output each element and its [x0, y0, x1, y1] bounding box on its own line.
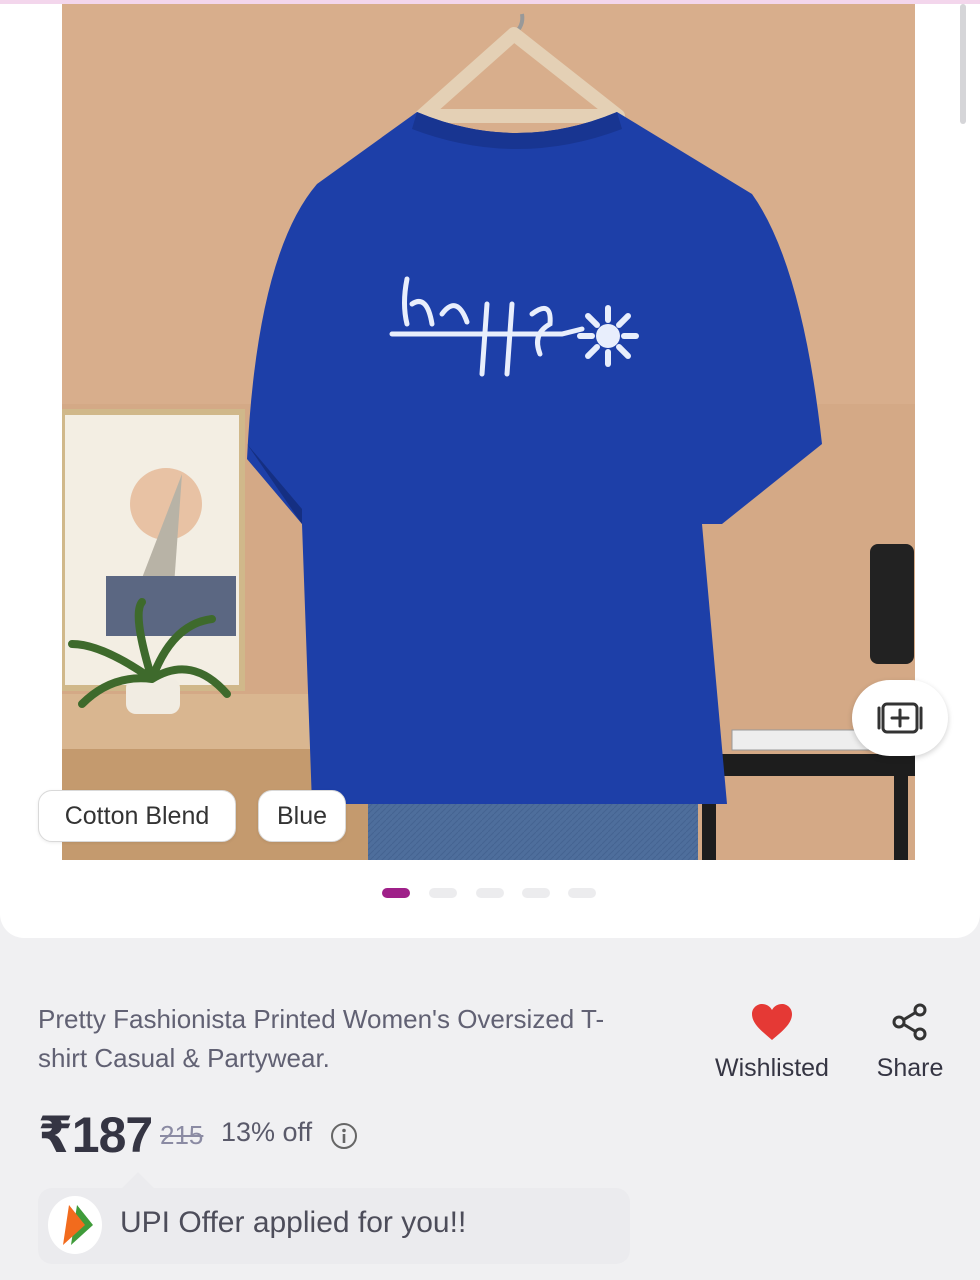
heart-icon	[752, 1004, 792, 1040]
image-zoom-button[interactable]	[852, 680, 948, 756]
wishlist-button[interactable]: Wishlisted	[700, 1000, 844, 1090]
gallery-dot[interactable]	[429, 888, 457, 898]
gallery-dot[interactable]	[522, 888, 550, 898]
scrollbar[interactable]	[960, 4, 966, 124]
color-chip: Blue	[258, 790, 346, 842]
upi-offer-text: UPI Offer applied for you!!	[120, 1206, 467, 1239]
share-button[interactable]: Share	[866, 1000, 954, 1090]
wishlist-label: Wishlisted	[715, 1054, 829, 1082]
gallery-pagination	[0, 888, 980, 898]
product-image[interactable]	[62, 4, 915, 860]
gallery-dot-active[interactable]	[382, 888, 410, 898]
discount-label: 13% off	[221, 1117, 313, 1147]
upi-banner-pointer	[122, 1172, 154, 1188]
fabric-chip: Cotton Blend	[38, 790, 236, 842]
add-to-gallery-icon	[877, 702, 923, 734]
product-title: Pretty Fashionista Printed Women's Overs…	[38, 1004, 605, 1073]
share-label: Share	[876, 1054, 944, 1082]
selling-price: ₹187	[38, 1107, 153, 1163]
share-icon	[892, 1003, 927, 1041]
gallery-dot[interactable]	[476, 888, 504, 898]
gallery-dot[interactable]	[568, 888, 596, 898]
original-price: 215	[160, 1120, 204, 1150]
upi-logo-icon	[48, 1196, 102, 1254]
info-icon[interactable]	[330, 1122, 358, 1150]
